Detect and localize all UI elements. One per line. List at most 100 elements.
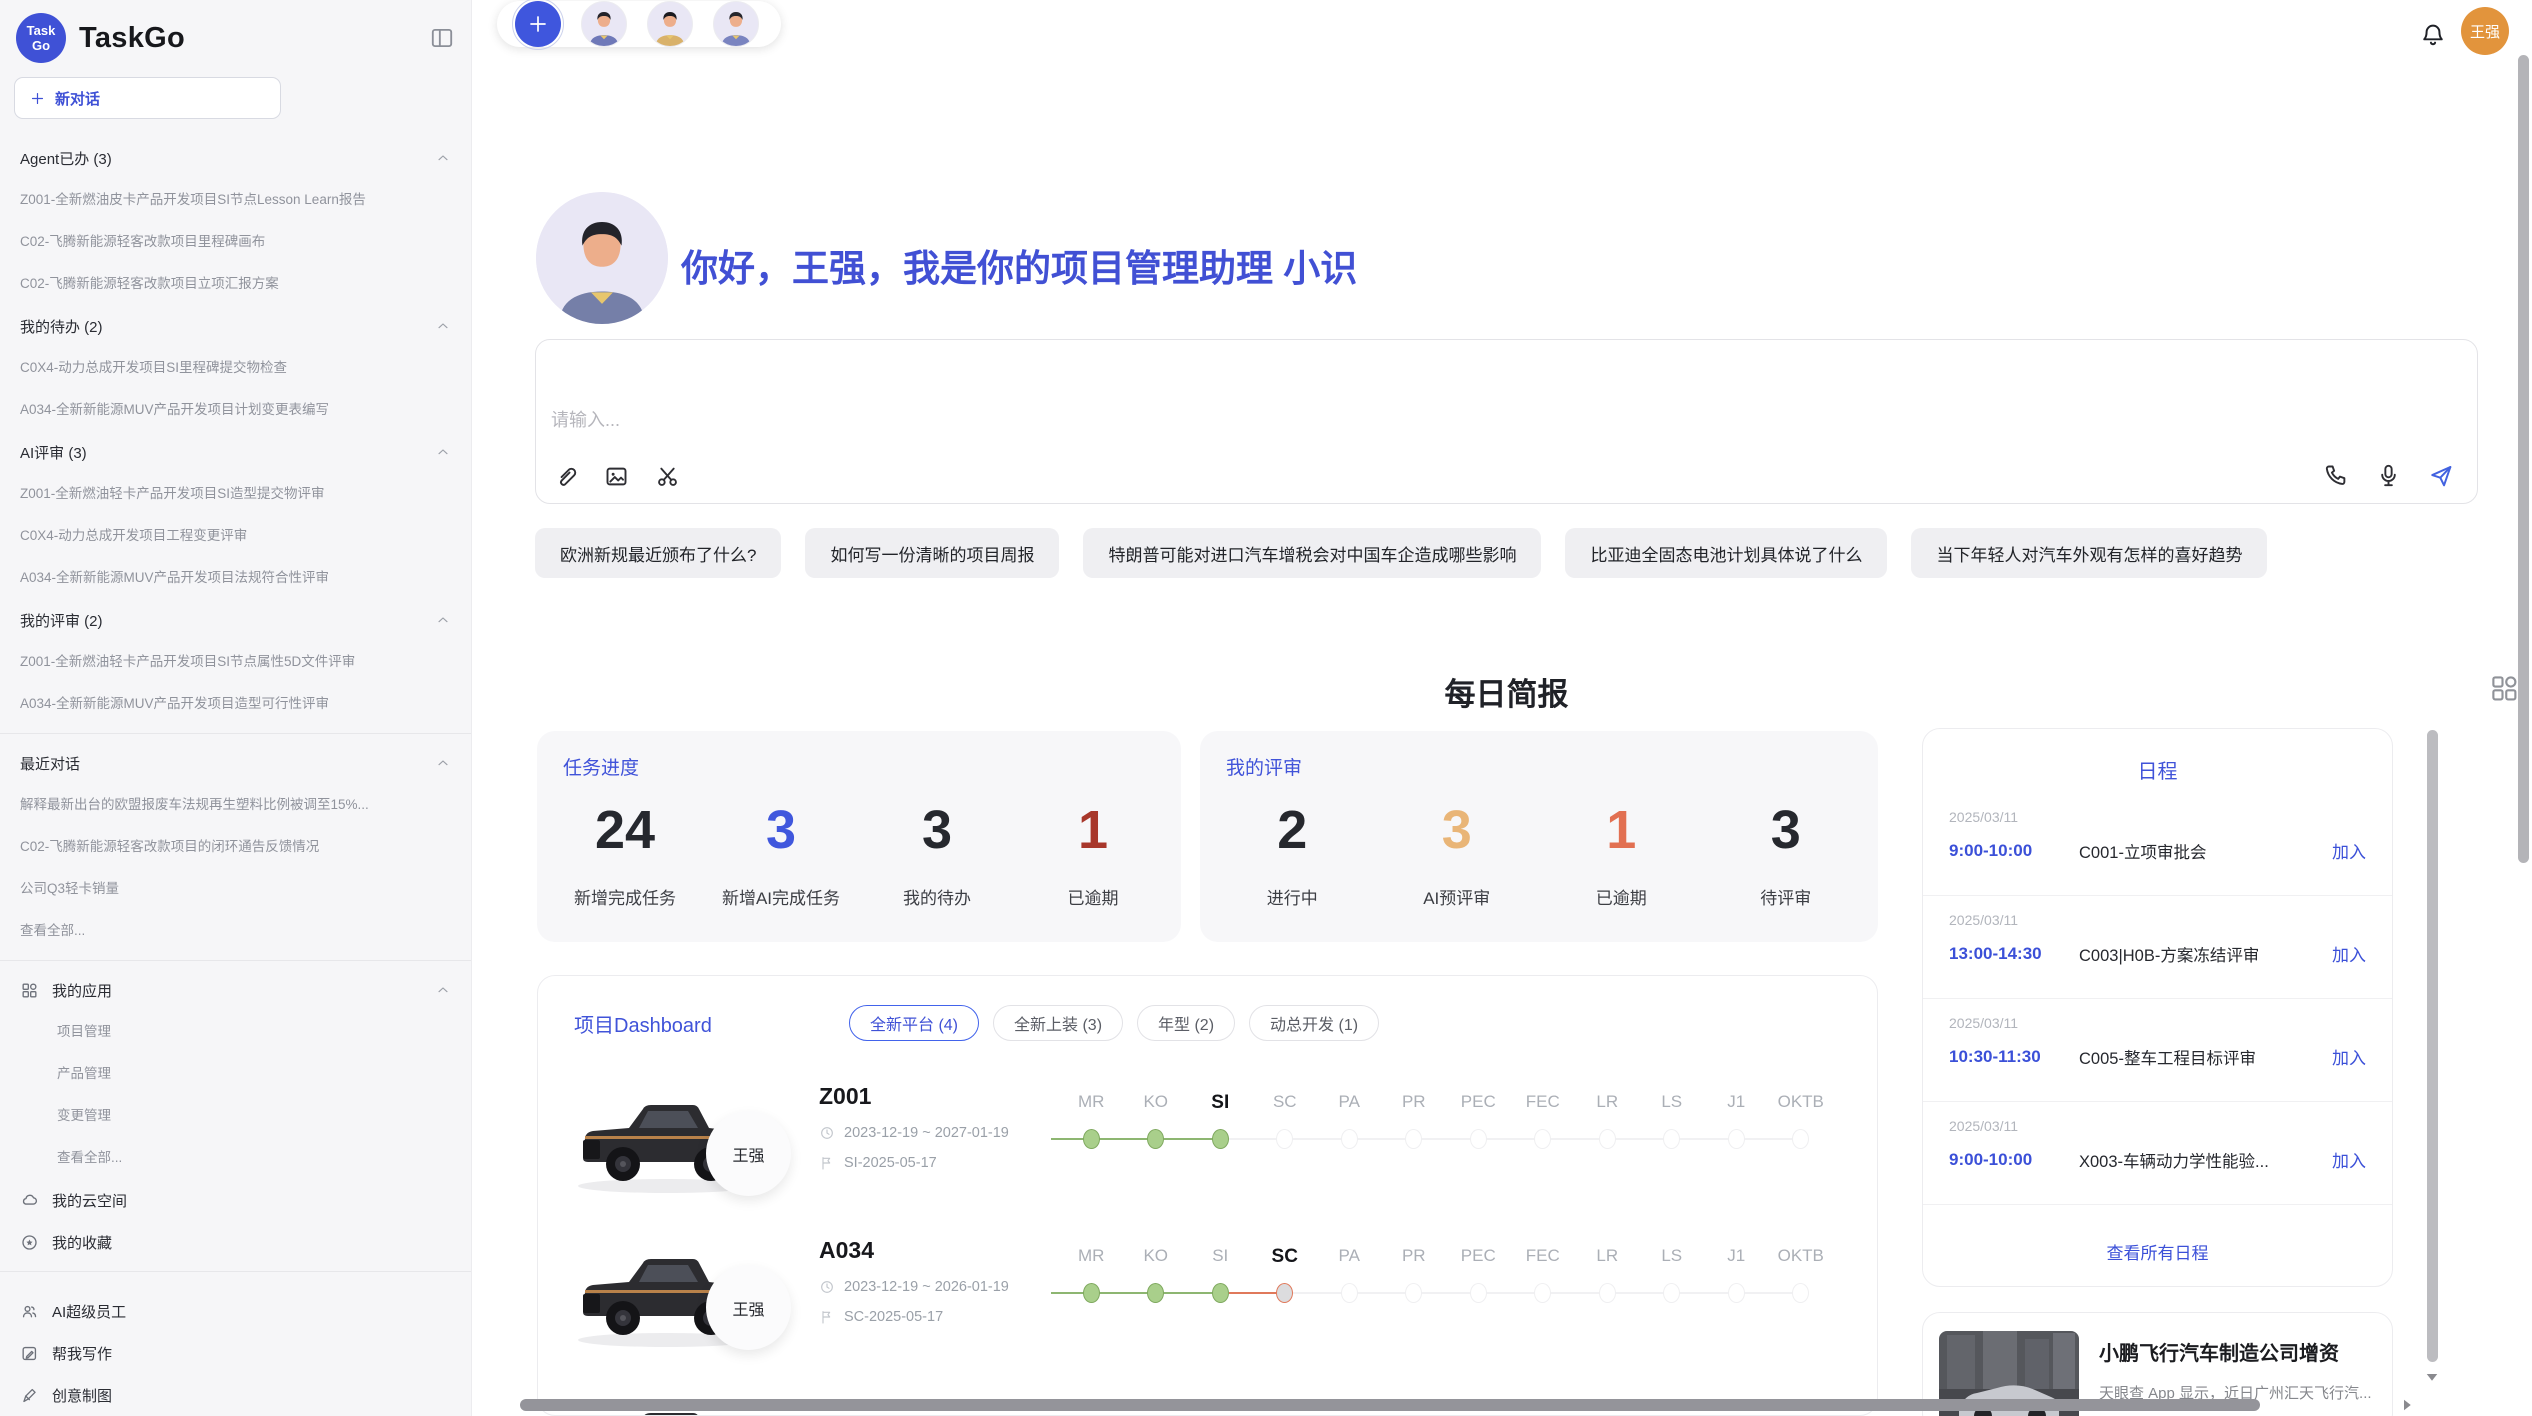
phone-icon[interactable]: [2323, 462, 2350, 490]
schedule-view-all-link[interactable]: 查看所有日程: [1923, 1239, 2392, 1264]
sidebar-task-item[interactable]: C0X4-动力总成开发项目SI里程碑提交物检查: [0, 347, 471, 389]
suggestion-chip[interactable]: 比亚迪全固态电池计划具体说了什么: [1565, 528, 1887, 578]
sidebar-tool-pen[interactable]: 创意制图: [0, 1374, 471, 1416]
stat-label: 进行中: [1267, 884, 1318, 909]
agent-avatar-1[interactable]: [581, 1, 627, 47]
sidebar-recent-header[interactable]: 最近对话: [0, 742, 471, 784]
milestone-dot: [1792, 1129, 1809, 1149]
milestone-connector: [1156, 1292, 1221, 1294]
milestone: PA: [1317, 1069, 1382, 1149]
milestone-dot: [1147, 1283, 1164, 1303]
user-avatar[interactable]: 王强: [2461, 7, 2509, 55]
sidebar-recent-item[interactable]: C02-飞腾新能源轻客改款项目的闭环通告反馈情况: [0, 826, 471, 868]
chat-input[interactable]: 请输入...: [535, 339, 2478, 504]
schedule-time: 9:00-10:00: [1949, 1150, 2079, 1170]
sidebar-item-my-apps[interactable]: 我的应用: [0, 969, 471, 1011]
sidebar-app-subitem[interactable]: 查看全部...: [0, 1137, 471, 1179]
page-vertical-scrollbar[interactable]: [2518, 55, 2529, 863]
sidebar-task-item[interactable]: A034-全新新能源MUV产品开发项目造型可行性评审: [0, 683, 471, 725]
milestone-label: J1: [1704, 1092, 1769, 1116]
dashboard-tab[interactable]: 年型 (2): [1137, 1005, 1235, 1041]
dashboard-tab[interactable]: 动总开发 (1): [1249, 1005, 1379, 1041]
scissors-icon[interactable]: [654, 463, 681, 490]
milestone-label: FEC: [1511, 1092, 1576, 1116]
sidebar-task-item[interactable]: Z001-全新燃油轻卡产品开发项目SI节点属性5D文件评审: [0, 641, 471, 683]
mic-icon[interactable]: [2375, 462, 2402, 490]
schedule-join-link[interactable]: 加入: [2332, 1147, 2366, 1172]
add-agent-button[interactable]: [515, 1, 561, 47]
sidebar-task-item[interactable]: Z001-全新燃油轻卡产品开发项目SI造型提交物评审: [0, 473, 471, 515]
notification-bell-icon[interactable]: [2419, 21, 2447, 49]
suggestion-chip[interactable]: 特朗普可能对进口汽车增税会对中国车企造成哪些影响: [1083, 528, 1541, 578]
milestone-track: MRKOSISCPAPRPECFECLRLSJ1OKTB: [1059, 1069, 1833, 1149]
sidebar-app-subitem[interactable]: 变更管理: [0, 1095, 471, 1137]
milestone-connector: [1736, 1138, 1801, 1140]
new-chat-button[interactable]: 新对话: [14, 77, 281, 119]
project-row[interactable]: 王强A0342023-12-19 ~ 2026-01-19SC-2025-05-…: [538, 1223, 1877, 1377]
sidebar-section-header[interactable]: Agent已办 (3): [0, 137, 471, 179]
suggestion-chip[interactable]: 欧洲新规最近颁布了什么?: [535, 528, 781, 578]
milestone-label: PA: [1317, 1246, 1382, 1270]
sidebar-recent-item[interactable]: 公司Q3轻卡销量: [0, 868, 471, 910]
sidebar: Task Go TaskGo 新对话 Agent已办 (3)Z001-全新燃油皮…: [0, 0, 472, 1416]
sidebar-task-item[interactable]: C0X4-动力总成开发项目工程变更评审: [0, 515, 471, 557]
milestone-label: SI: [1188, 1246, 1253, 1270]
clock-icon: [819, 1279, 835, 1295]
sidebar-item-label: 我的收藏: [52, 1232, 112, 1253]
sidebar-recent-item[interactable]: 查看全部...: [0, 910, 471, 952]
dashboard-tab[interactable]: 全新平台 (4): [849, 1005, 979, 1041]
suggestion-chip[interactable]: 当下年轻人对汽车外观有怎样的喜好趋势: [1911, 528, 2267, 578]
sidebar-task-item[interactable]: C02-飞腾新能源轻客改款项目立项汇报方案: [0, 263, 471, 305]
sidebar-section-header[interactable]: 我的待办 (2): [0, 305, 471, 347]
sidebar-item-star-circle[interactable]: 我的收藏: [0, 1221, 471, 1263]
sidebar-task-item[interactable]: A034-全新新能源MUV产品开发项目法规符合性评审: [0, 557, 471, 599]
scroll-down-arrow-icon[interactable]: [2423, 1368, 2441, 1386]
horizontal-scrollbar[interactable]: [520, 1399, 2260, 1411]
sidebar-app-subitem[interactable]: 项目管理: [0, 1011, 471, 1053]
sidebar-item-cloud[interactable]: 我的云空间: [0, 1179, 471, 1221]
schedule-join-link[interactable]: 加入: [2332, 941, 2366, 966]
project-row[interactable]: 王强Z0012023-12-19 ~ 2027-01-19SI-2025-05-…: [538, 1069, 1877, 1223]
milestone-dot: [1341, 1283, 1358, 1303]
sidebar-section-header[interactable]: AI评审 (3): [0, 431, 471, 473]
new-chat-label: 新对话: [55, 88, 100, 109]
content-vertical-scrollbar[interactable]: [2427, 730, 2438, 1362]
stat-item: 3AI预评审: [1375, 793, 1540, 928]
sidebar-section-header[interactable]: 我的评审 (2): [0, 599, 471, 641]
layout-grid-icon[interactable]: [2489, 673, 2519, 703]
sidebar-tool-people[interactable]: AI超级员工: [0, 1290, 471, 1332]
milestone-dot: [1599, 1129, 1616, 1149]
flag-icon: [819, 1155, 835, 1171]
project-owner-badge: 王强: [706, 1265, 791, 1350]
sidebar-item-label: 创意制图: [52, 1385, 112, 1406]
logo-line1: Task: [27, 23, 56, 38]
send-icon[interactable]: [2427, 462, 2455, 490]
sidebar-tool-write[interactable]: 帮我写作: [0, 1332, 471, 1374]
milestone: LS: [1640, 1069, 1705, 1149]
schedule-join-link[interactable]: 加入: [2332, 838, 2366, 863]
project-code: Z001: [819, 1083, 871, 1110]
paperclip-icon[interactable]: [552, 463, 579, 490]
project-code: A034: [819, 1237, 874, 1264]
schedule-list: 2025/03/119:00-10:00C001-立项审批会加入2025/03/…: [1923, 793, 2392, 1205]
schedule-item: 2025/03/1113:00-14:30C003|H0B-方案冻结评审加入: [1923, 896, 2392, 999]
sidebar-recent-item[interactable]: 解释最新出台的欧盟报废车法规再生塑料比例被调至15%...: [0, 784, 471, 826]
milestone-connector: [1478, 1292, 1543, 1294]
sidebar-task-item[interactable]: Z001-全新燃油皮卡产品开发项目SI节点Lesson Learn报告: [0, 179, 471, 221]
stat-value: 3: [1771, 803, 1801, 857]
dashboard-tab[interactable]: 全新上装 (3): [993, 1005, 1123, 1041]
sidebar-app-subitem[interactable]: 产品管理: [0, 1053, 471, 1095]
agent-avatar-3[interactable]: [713, 1, 759, 47]
panel-toggle-icon[interactable]: [429, 25, 455, 51]
schedule-time: 10:30-11:30: [1949, 1047, 2079, 1067]
sidebar-task-item[interactable]: A034-全新新能源MUV产品开发项目计划变更表编写: [0, 389, 471, 431]
agent-avatar-2[interactable]: [647, 1, 693, 47]
scroll-right-arrow-icon[interactable]: [2398, 1396, 2416, 1414]
image-icon[interactable]: [603, 463, 630, 490]
flag-icon: [819, 1309, 835, 1325]
schedule-join-link[interactable]: 加入: [2332, 1044, 2366, 1069]
sidebar-task-item[interactable]: C02-飞腾新能源轻客改款项目里程碑画布: [0, 221, 471, 263]
suggestion-chip[interactable]: 如何写一份清晰的项目周报: [805, 528, 1059, 578]
schedule-name: C005-整车工程目标评审: [2079, 1045, 2332, 1069]
project-flag: SC-2025-05-17: [819, 1309, 943, 1325]
